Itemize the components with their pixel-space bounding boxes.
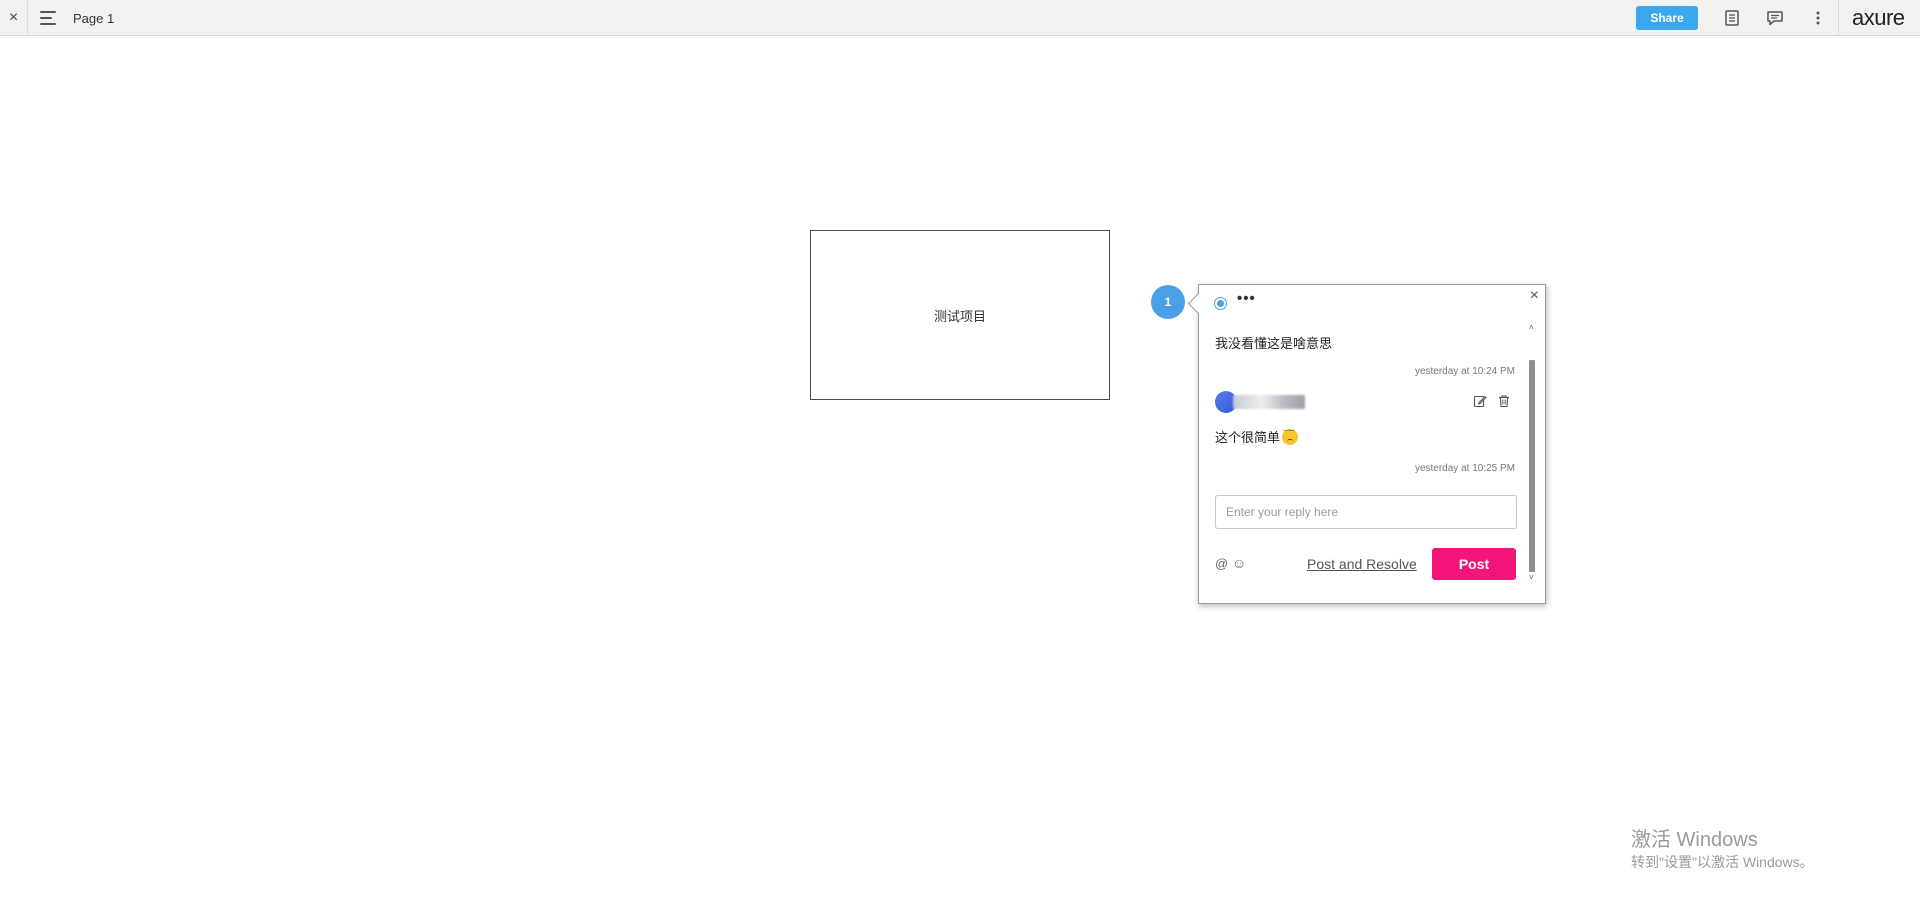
top-toolbar: × Page 1 Share axure xyxy=(0,0,1920,36)
more-vertical-icon[interactable] xyxy=(1808,8,1828,28)
comment-pin[interactable]: 1 xyxy=(1151,285,1185,319)
share-button[interactable]: Share xyxy=(1636,6,1698,30)
close-icon[interactable]: × xyxy=(1530,287,1539,305)
page-title[interactable]: Page 1 xyxy=(73,11,114,26)
scroll-down-arrow-icon[interactable]: ˅ xyxy=(1529,574,1535,582)
comment-timestamp: yesterday at 10:24 PM xyxy=(1414,366,1515,377)
edit-icon[interactable] xyxy=(1473,394,1487,408)
reply-text-content: 这个很简单 xyxy=(1215,430,1281,445)
reply-timestamp: yesterday at 10:25 PM xyxy=(1414,463,1515,474)
scroll-up-arrow-icon[interactable]: ˄ xyxy=(1529,324,1535,332)
sad-face-emoji-icon xyxy=(1282,428,1299,445)
post-and-resolve-link[interactable]: Post and Resolve xyxy=(1307,556,1417,572)
windows-activation-title: 激活 Windows xyxy=(1631,829,1758,851)
more-options-icon[interactable]: ••• xyxy=(1237,290,1256,307)
mention-icon[interactable]: @ xyxy=(1215,556,1228,571)
axure-logo: axure xyxy=(1852,5,1905,30)
comment-text: 我没看懂这是啥意思 xyxy=(1215,336,1333,351)
comment-panel: × ••• 我没看懂这是啥意思 yesterday at 10:24 PM 这个… xyxy=(1198,284,1546,604)
canvas-widget[interactable]: 测试项目 xyxy=(810,230,1110,400)
page-notes-icon[interactable] xyxy=(1722,8,1742,28)
emoji-picker-icon[interactable]: ☺ xyxy=(1232,555,1246,571)
widget-label: 测试项目 xyxy=(933,308,986,324)
comments-icon[interactable] xyxy=(1765,8,1785,28)
reply-text: 这个很简单 xyxy=(1215,427,1299,446)
author-name-blurred xyxy=(1233,395,1305,409)
close-icon[interactable]: × xyxy=(0,0,28,36)
scrollbar-thumb[interactable] xyxy=(1529,360,1535,572)
trash-icon[interactable] xyxy=(1497,394,1511,408)
reply-input[interactable] xyxy=(1215,495,1517,529)
post-button[interactable]: Post xyxy=(1432,548,1516,580)
resolve-radio[interactable] xyxy=(1214,297,1227,310)
menu-icon[interactable] xyxy=(40,10,60,26)
toolbar-divider xyxy=(1838,0,1839,36)
windows-activation-subtitle: 转到"设置"以激活 Windows。 xyxy=(1631,854,1814,870)
